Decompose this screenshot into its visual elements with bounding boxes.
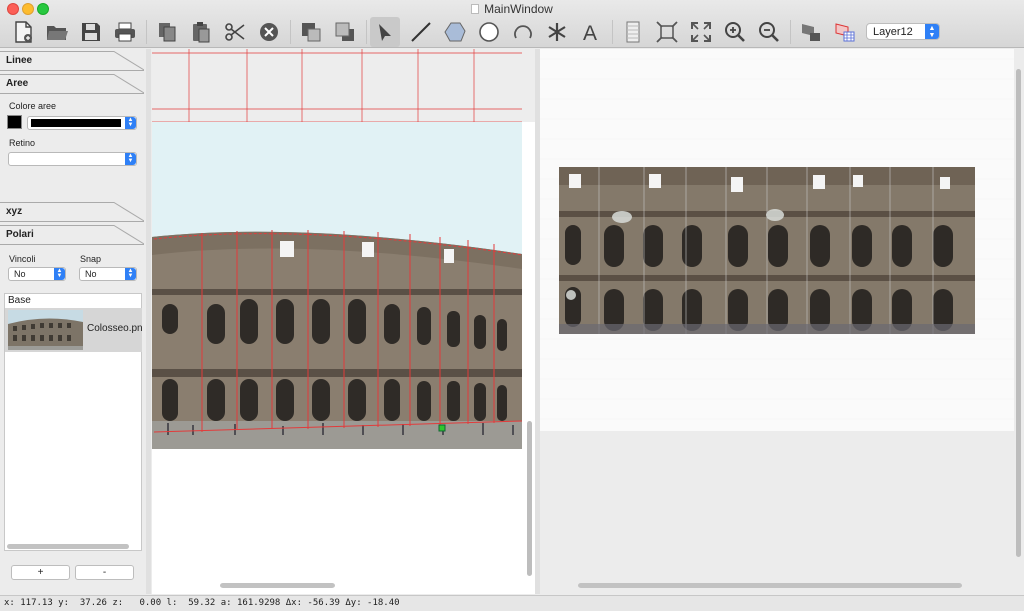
retino-label: Retino bbox=[9, 138, 36, 148]
chevron-updown-icon: ▲ ▼ bbox=[54, 268, 65, 280]
zoom-in-icon[interactable] bbox=[720, 17, 750, 47]
list-scrollbar[interactable] bbox=[7, 544, 129, 549]
layer-select[interactable]: Layer12 ▲ ▼ bbox=[866, 23, 940, 40]
area-color-swatch[interactable] bbox=[7, 115, 22, 129]
document-icon bbox=[471, 4, 480, 14]
chevron-updown-icon: ▲ ▼ bbox=[125, 153, 136, 165]
delete-icon[interactable] bbox=[254, 17, 284, 47]
list-item-label: Colosseo.png bbox=[87, 323, 142, 334]
select-arrow-icon[interactable] bbox=[370, 17, 400, 47]
fit-selection-icon[interactable] bbox=[652, 17, 682, 47]
chevron-updown-icon: ▲ ▼ bbox=[125, 117, 136, 129]
remove-layer-button[interactable]: - bbox=[75, 565, 134, 580]
vincoli-label: Vincoli bbox=[9, 254, 36, 264]
snap-label: Snap bbox=[80, 254, 102, 264]
tab-linee[interactable]: Linee bbox=[0, 51, 144, 71]
retino-select[interactable]: ▲ ▼ bbox=[8, 152, 137, 166]
tab-polari[interactable]: Polari bbox=[0, 225, 144, 245]
fit-all-icon[interactable] bbox=[686, 17, 716, 47]
add-layer-button[interactable]: + bbox=[11, 565, 70, 580]
bring-front-icon[interactable] bbox=[296, 17, 326, 47]
tab-aree[interactable]: Aree bbox=[0, 74, 144, 94]
toolbar-separator bbox=[612, 20, 613, 44]
layer-list-header[interactable]: Base bbox=[4, 293, 142, 309]
circle-tool-icon[interactable] bbox=[474, 17, 504, 47]
toolbar-separator bbox=[366, 20, 367, 44]
vincoli-select[interactable]: No ▲ ▼ bbox=[8, 267, 66, 281]
dock-splitter[interactable] bbox=[146, 49, 151, 594]
main-window: MainWindow A Layer12 ▲ ▼ Linee Aree Colo… bbox=[0, 0, 1024, 611]
text-tool-icon[interactable]: A bbox=[576, 17, 606, 47]
output-vertical-scrollbar[interactable] bbox=[1016, 69, 1021, 557]
new-file-icon[interactable] bbox=[8, 17, 38, 47]
title-toolbar: MainWindow A Layer12 ▲ ▼ bbox=[0, 0, 1024, 48]
toolbar-separator bbox=[290, 20, 291, 44]
toolbar-separator bbox=[146, 20, 147, 44]
send-back-icon[interactable] bbox=[330, 17, 360, 47]
chevron-updown-icon: ▲ ▼ bbox=[125, 268, 136, 280]
cut-icon[interactable] bbox=[220, 17, 250, 47]
paste-icon[interactable] bbox=[186, 17, 216, 47]
toolbar-separator bbox=[790, 20, 791, 44]
source-canvas bbox=[152, 49, 535, 594]
star-tool-icon[interactable] bbox=[542, 17, 572, 47]
line-tool-icon[interactable] bbox=[406, 17, 436, 47]
colore-aree-label: Colore aree bbox=[9, 101, 57, 111]
grid-icon[interactable] bbox=[618, 17, 648, 47]
view-vertical-scrollbar[interactable] bbox=[527, 421, 532, 576]
layer-image-icon[interactable] bbox=[796, 17, 826, 47]
open-folder-icon[interactable] bbox=[42, 17, 72, 47]
zoom-out-icon[interactable] bbox=[754, 17, 784, 47]
tab-xyz[interactable]: xyz bbox=[0, 202, 144, 222]
list-item[interactable]: Colosseo.png bbox=[5, 308, 142, 352]
polygon-tool-icon[interactable] bbox=[440, 17, 470, 47]
area-color-select[interactable]: ▲ ▼ bbox=[27, 116, 137, 130]
output-canvas bbox=[540, 49, 1014, 588]
status-bar: x: 117.13 y: 37.26 z: 0.00 l: 59.32 a: 1… bbox=[0, 595, 1024, 611]
layer-grid-icon[interactable] bbox=[830, 17, 860, 47]
image-thumbnail bbox=[8, 310, 83, 350]
source-image-view[interactable] bbox=[152, 49, 535, 594]
copy-icon[interactable] bbox=[152, 17, 182, 47]
save-icon[interactable] bbox=[76, 17, 106, 47]
window-title: MainWindow bbox=[0, 2, 1024, 16]
layer-list: Colosseo.png bbox=[4, 308, 142, 551]
arc-tool-icon[interactable] bbox=[508, 17, 538, 47]
svg-text:A: A bbox=[583, 22, 597, 44]
chevron-updown-icon: ▲ ▼ bbox=[925, 24, 939, 39]
output-image-view[interactable] bbox=[540, 49, 1024, 594]
snap-select[interactable]: No ▲ ▼ bbox=[79, 267, 137, 281]
print-icon[interactable] bbox=[110, 17, 140, 47]
color-preview bbox=[31, 119, 121, 127]
